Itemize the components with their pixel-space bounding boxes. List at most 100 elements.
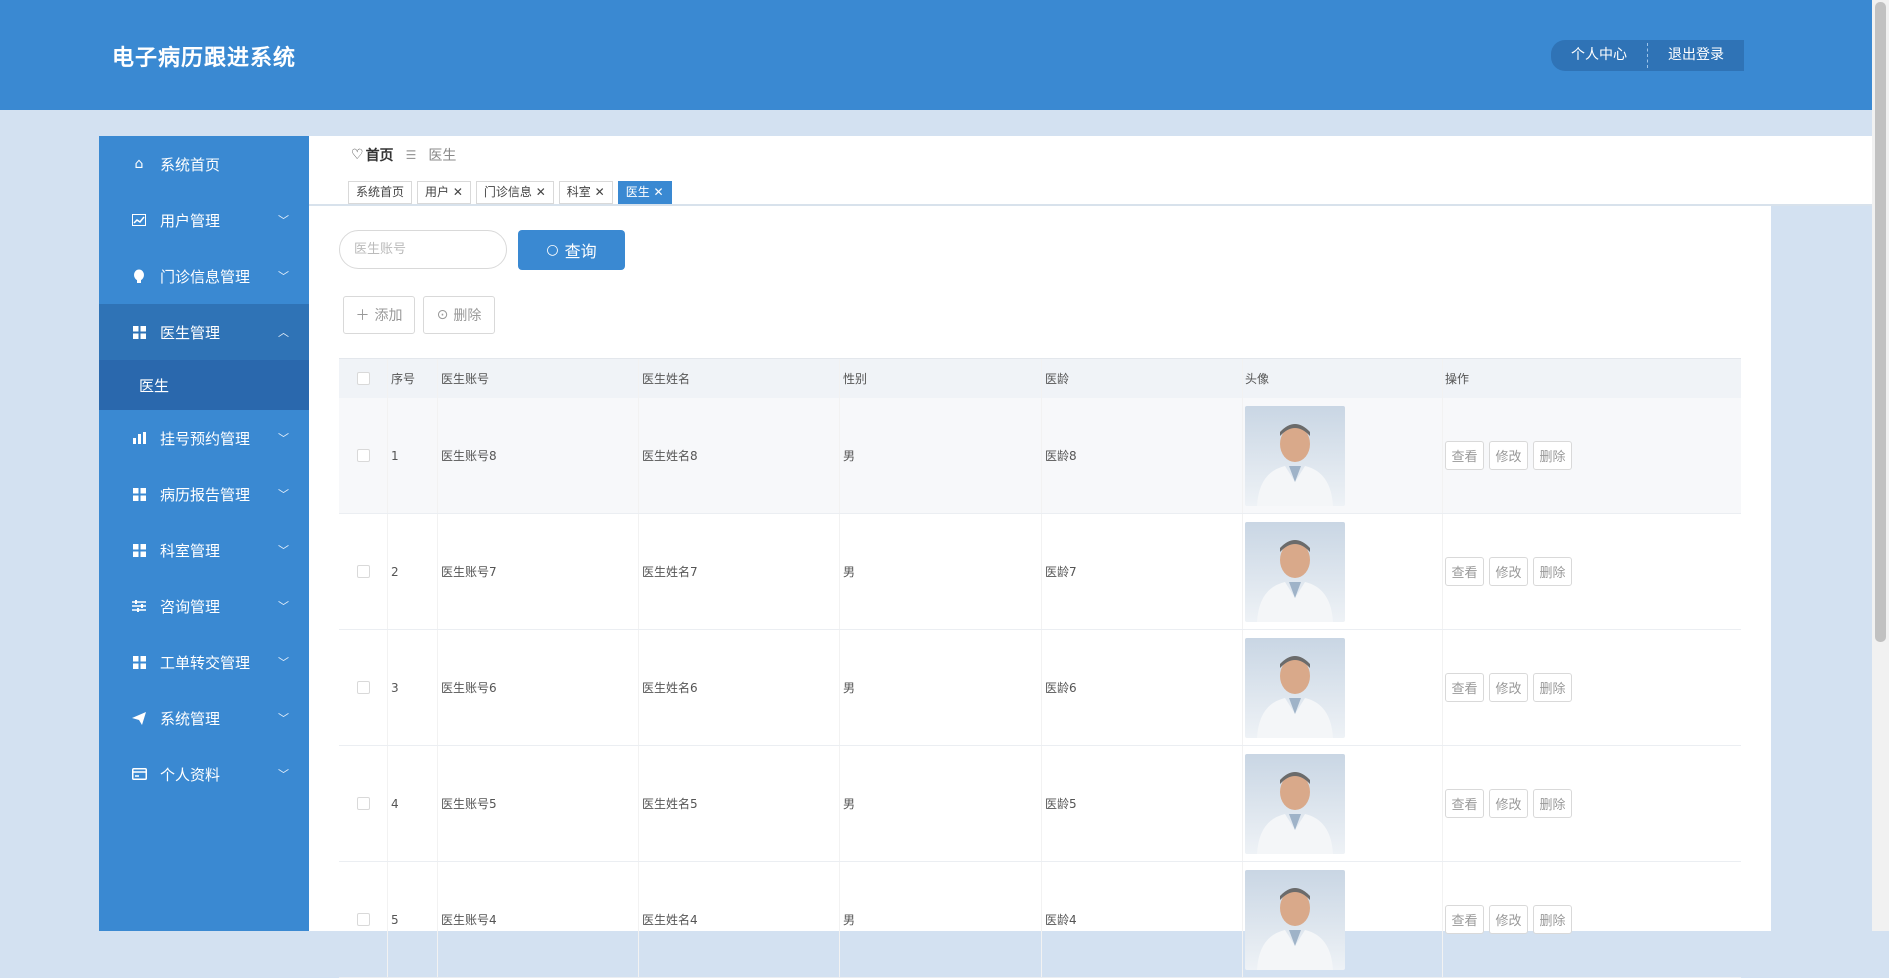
logout-button[interactable]: 退出登录 [1648, 40, 1744, 71]
row-avatar-cell [1243, 862, 1443, 977]
scrollbar-thumb[interactable] [1875, 2, 1886, 642]
row-index: 5 [388, 862, 438, 977]
edit-button[interactable]: 修改 [1489, 441, 1528, 470]
row-checkbox[interactable] [356, 913, 370, 926]
grid-icon [130, 541, 148, 559]
row-actions: 查看 修改 删除 [1443, 398, 1741, 513]
delete-button[interactable]: ⊙ 删除 [423, 296, 495, 334]
row-select-cell [339, 746, 388, 861]
row-age: 医龄4 [1042, 862, 1243, 977]
breadcrumb-home[interactable]: 首页 [366, 145, 394, 165]
row-delete-button[interactable]: 删除 [1533, 789, 1572, 818]
row-account: 医生账号5 [438, 746, 639, 861]
sidebar-item-label: 咨询管理 [160, 597, 221, 616]
sidebar-item-label: 工单转交管理 [160, 653, 251, 672]
doctor-avatar [1245, 869, 1345, 970]
edit-button[interactable]: 修改 [1489, 905, 1528, 934]
tab-home[interactable]: 系统首页 [348, 181, 413, 204]
row-actions: 查看 修改 删除 [1443, 746, 1741, 861]
breadcrumb-current: 医生 [428, 148, 457, 164]
bulb-icon [130, 267, 148, 285]
breadcrumb: ♡ 首页 ☰ 医生 [351, 145, 456, 165]
sidebar-item-clinic[interactable]: 门诊信息管理 ﹀ [99, 248, 309, 304]
doctor-table: 序号 医生账号 医生姓名 性别 医龄 头像 操作 1 医生账号8 医生姓名8 男… [339, 358, 1741, 978]
row-avatar-cell [1243, 630, 1443, 745]
table-row: 5 医生账号4 医生姓名4 男 医龄4 查看 修改 删除 [339, 862, 1741, 978]
add-button-label: 添加 [374, 308, 403, 324]
plus-icon: ＋ [355, 308, 370, 324]
edit-button[interactable]: 修改 [1489, 673, 1528, 702]
sidebar-item-system[interactable]: 系统管理 ﹀ [99, 690, 309, 746]
row-gender: 男 [840, 398, 1042, 513]
row-age: 医龄5 [1042, 746, 1243, 861]
tab-users[interactable]: 用户 ✕ [417, 181, 471, 204]
close-icon[interactable]: ✕ [591, 185, 605, 199]
row-avatar-cell [1243, 746, 1443, 861]
close-icon[interactable]: ✕ [650, 185, 664, 199]
row-checkbox[interactable] [356, 681, 370, 694]
view-button[interactable]: 查看 [1445, 789, 1484, 818]
row-gender: 男 [840, 862, 1042, 977]
sidebar-item-work-orders[interactable]: 工单转交管理 ﹀ [99, 634, 309, 690]
page-scrollbar[interactable] [1872, 0, 1889, 931]
personal-center-button[interactable]: 个人中心 [1551, 40, 1647, 71]
row-age: 医龄7 [1042, 514, 1243, 629]
row-account: 医生账号6 [438, 630, 639, 745]
view-button[interactable]: 查看 [1445, 557, 1484, 586]
select-all-checkbox[interactable] [356, 372, 370, 385]
view-button[interactable]: 查看 [1445, 905, 1484, 934]
row-delete-button[interactable]: 删除 [1533, 905, 1572, 934]
sidebar-item-records[interactable]: 病历报告管理 ﹀ [99, 466, 309, 522]
row-name: 医生姓名7 [639, 514, 840, 629]
row-select-cell [339, 398, 388, 513]
sidebar-item-label: 系统首页 [160, 155, 221, 174]
view-button[interactable]: 查看 [1445, 441, 1484, 470]
edit-button[interactable]: 修改 [1489, 557, 1528, 586]
column-header: 头像 [1243, 359, 1443, 398]
header-actions: 个人中心 退出登录 [1551, 40, 1744, 71]
sidebar-item-consultation[interactable]: 咨询管理 ﹀ [99, 578, 309, 634]
search-icon: ○ [546, 242, 559, 258]
doctor-account-search-input[interactable] [339, 230, 507, 269]
row-select-cell [339, 630, 388, 745]
row-checkbox[interactable] [356, 565, 370, 578]
edit-button[interactable]: 修改 [1489, 789, 1528, 818]
sidebar-item-departments[interactable]: 科室管理 ﹀ [99, 522, 309, 578]
row-avatar-cell [1243, 514, 1443, 629]
add-button[interactable]: ＋ 添加 [343, 296, 415, 334]
tab-bar: 系统首页 用户 ✕ 门诊信息 ✕ 科室 ✕ 医生 ✕ [348, 181, 672, 204]
query-button[interactable]: ○ 查询 [518, 230, 625, 270]
content-top-bar: ♡ 首页 ☰ 医生 系统首页 用户 ✕ 门诊信息 ✕ 科室 ✕ 医生 ✕ [309, 136, 1872, 206]
row-checkbox[interactable] [356, 449, 370, 462]
table-header: 序号 医生账号 医生姓名 性别 医龄 头像 操作 [339, 358, 1741, 398]
sidebar-subitem-doctor[interactable]: 医生 [99, 360, 309, 410]
row-checkbox[interactable] [356, 797, 370, 810]
row-delete-button[interactable]: 删除 [1533, 557, 1572, 586]
sidebar-item-appointments[interactable]: 挂号预约管理 ﹀ [99, 410, 309, 466]
home-icon: ⌂ [134, 156, 144, 172]
sidebar-item-label: 挂号预约管理 [160, 429, 251, 448]
close-icon[interactable]: ✕ [449, 185, 463, 199]
sidebar-item-doctors[interactable]: 医生管理 ︿ [99, 304, 309, 360]
row-delete-button[interactable]: 删除 [1533, 441, 1572, 470]
sidebar-item-profile[interactable]: 个人资料 ﹀ [99, 746, 309, 802]
sidebar-item-users[interactable]: 用户管理 ﹀ [99, 192, 309, 248]
select-all-cell [339, 359, 388, 398]
row-delete-button[interactable]: 删除 [1533, 673, 1572, 702]
close-icon[interactable]: ✕ [532, 185, 546, 199]
view-button[interactable]: 查看 [1445, 673, 1484, 702]
chevron-down-icon: ﹀ [278, 544, 289, 557]
table-body: 1 医生账号8 医生姓名8 男 医龄8 查看 修改 删除 2 医生账号7 医生姓… [339, 398, 1741, 978]
sidebar-item-home[interactable]: ⌂ 系统首页 [99, 136, 309, 192]
tab-clinic[interactable]: 门诊信息 ✕ [475, 181, 554, 204]
sidebar: ⌂ 系统首页 用户管理 ﹀ 门诊信息管理 ﹀ 医生管理 ︿ 医生 挂号预约管理 … [99, 136, 309, 931]
sidebar-item-label: 门诊信息管理 [160, 267, 251, 286]
sidebar-item-label: 科室管理 [160, 541, 221, 560]
tab-departments[interactable]: 科室 ✕ [558, 181, 613, 204]
tab-label: 门诊信息 [483, 185, 532, 199]
table-row: 4 医生账号5 医生姓名5 男 医龄5 查看 修改 删除 [339, 746, 1741, 862]
chevron-down-icon: ﹀ [278, 432, 289, 445]
delete-button-label: 删除 [453, 308, 482, 324]
tab-doctors[interactable]: 医生 ✕ [617, 181, 672, 204]
breadcrumb-separator: ☰ [405, 148, 417, 162]
